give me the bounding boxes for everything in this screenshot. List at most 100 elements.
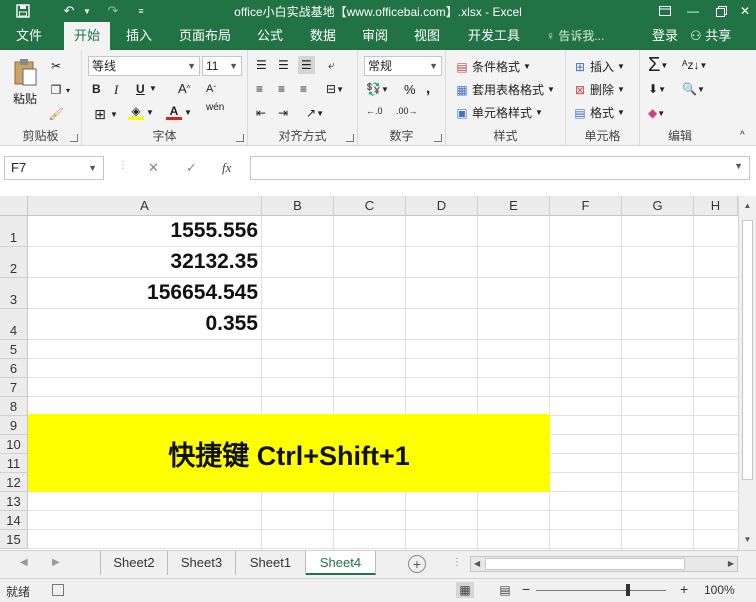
formula-input[interactable]: ▼ (250, 156, 750, 180)
format-as-table-button[interactable]: ▦ 套用表格格式 ▼ (454, 81, 555, 98)
underline-dropdown-icon[interactable]: ▼ (149, 84, 157, 93)
underline-button[interactable]: U (136, 82, 145, 96)
clear-icon[interactable]: ◆ ▼ (648, 106, 665, 120)
phonetic-icon[interactable]: wén (206, 102, 224, 113)
prev-sheet-icon[interactable]: ◀ (20, 557, 28, 568)
comma-style-button[interactable]: , (426, 80, 430, 97)
tab-formulas[interactable]: 公式 (250, 22, 290, 50)
page-layout-view-icon[interactable]: ▤ (496, 582, 514, 598)
align-bottom-icon[interactable]: ☰ (298, 56, 315, 74)
orientation-icon[interactable]: ↗ ▼ (306, 106, 324, 120)
row-header-1[interactable]: 1 (0, 216, 28, 247)
borders-button[interactable]: ⊞ ▼ (92, 106, 118, 122)
align-left-icon[interactable]: ≡ (256, 82, 263, 96)
column-header-f[interactable]: F (550, 196, 622, 216)
bold-button[interactable]: B (92, 82, 101, 96)
scroll-right-icon[interactable]: ▶ (728, 557, 734, 571)
font-name-select[interactable]: 等线 ▼ (88, 56, 200, 76)
expand-formula-icon[interactable]: ▼ (734, 161, 743, 171)
sort-filter-icon[interactable]: ᴬᴢ↓ ▼ (682, 58, 707, 72)
vertical-scroll-thumb[interactable] (742, 220, 753, 480)
enter-icon[interactable]: ✓ (186, 160, 197, 176)
tab-developer[interactable]: 开发工具 (462, 22, 526, 50)
increase-decimal-icon[interactable]: ←.0 (366, 106, 383, 116)
italic-button[interactable]: I (114, 82, 118, 98)
font-dialog-launcher[interactable] (236, 134, 244, 142)
zoom-slider-thumb[interactable] (626, 584, 630, 596)
tell-me-box[interactable]: ♀ 告诉我... (546, 22, 604, 50)
cell-a4[interactable]: 0.355 (28, 312, 258, 343)
row-header-14[interactable]: 14 (0, 511, 28, 530)
worksheet-grid[interactable]: ABCDEFGH 1 2 3 4 5 6 7 8 9 10 11 12 13 14 15 快捷键 Ctrl+… (0, 196, 756, 550)
cancel-icon[interactable]: ✕ (148, 160, 159, 176)
row-header-11[interactable]: 11 (0, 454, 28, 473)
cell-a2[interactable]: 32132.35 (28, 250, 258, 281)
close-icon[interactable]: ✕ (730, 0, 756, 22)
horizontal-scroll-thumb[interactable] (485, 558, 685, 570)
scroll-up-icon[interactable]: ▲ (739, 198, 756, 214)
fill-color-button[interactable]: ◈ ▼ (128, 104, 154, 120)
tab-page-layout[interactable]: 页面布局 (174, 22, 236, 50)
scroll-left-icon[interactable]: ◀ (474, 557, 480, 571)
fill-icon[interactable]: ⬇ ▼ (648, 82, 666, 96)
row-header-6[interactable]: 6 (0, 359, 28, 378)
increase-indent-icon[interactable]: ⇥ (278, 106, 288, 120)
tab-data[interactable]: 数据 (302, 22, 344, 50)
insert-cells-button[interactable]: ⊞ 插入 ▼ (572, 58, 625, 75)
clipboard-dialog-launcher[interactable] (70, 134, 78, 142)
row-header-12[interactable]: 12 (0, 473, 28, 492)
paste-button[interactable]: 粘贴 (8, 58, 42, 107)
column-header-h[interactable]: H (694, 196, 738, 216)
align-right-icon[interactable]: ≡ (300, 82, 307, 96)
column-header-c[interactable]: C (334, 196, 406, 216)
autosum-icon[interactable]: Σ ▼ (648, 54, 668, 77)
zoom-level[interactable]: 100% (704, 583, 735, 597)
ribbon-display-icon[interactable] (650, 0, 680, 22)
tab-insert[interactable]: 插入 (118, 22, 160, 50)
tab-view[interactable]: 视图 (406, 22, 448, 50)
row-header-10[interactable]: 10 (0, 435, 28, 454)
login-link[interactable]: 登录 (652, 22, 678, 50)
decrease-font-icon[interactable]: Aˇ (206, 83, 216, 95)
row-header-13[interactable]: 13 (0, 492, 28, 511)
column-header-b[interactable]: B (262, 196, 334, 216)
cut-button[interactable]: ✂ (48, 58, 66, 74)
cell-styles-button[interactable]: ▣ 单元格样式 ▼ (454, 104, 543, 121)
insert-function-icon[interactable]: fx (222, 160, 231, 176)
tab-home[interactable]: 开始 (64, 22, 110, 50)
copy-button[interactable]: ❐ ▾ (48, 82, 70, 98)
row-header-3[interactable]: 3 (0, 278, 28, 309)
font-size-select[interactable]: 11 ▼ (202, 56, 242, 76)
merge-center-icon[interactable]: ⊟ ▼ (326, 82, 344, 96)
increase-font-icon[interactable]: A ^ (178, 81, 190, 96)
scroll-down-icon[interactable]: ▼ (739, 532, 756, 548)
tab-split-handle[interactable]: ⋮ (452, 557, 462, 568)
percent-style-button[interactable]: % (404, 82, 416, 97)
row-header-5[interactable]: 5 (0, 340, 28, 359)
row-header-9[interactable]: 9 (0, 416, 28, 435)
zoom-slider-track[interactable] (536, 590, 666, 591)
decrease-indent-icon[interactable]: ⇤ (256, 106, 266, 120)
column-header-d[interactable]: D (406, 196, 478, 216)
cell-a1[interactable]: 1555.556 (28, 219, 258, 250)
conditional-format-button[interactable]: ▤ 条件格式 ▼ (454, 58, 531, 75)
zoom-in-button[interactable]: + (680, 581, 688, 597)
column-header-e[interactable]: E (478, 196, 550, 216)
column-header-g[interactable]: G (622, 196, 694, 216)
decrease-decimal-icon[interactable]: .00→ (396, 106, 418, 116)
accounting-format-icon[interactable]: 💱 ▼ (366, 82, 389, 96)
minimize-icon[interactable]: — (678, 0, 708, 22)
alignment-dialog-launcher[interactable] (346, 134, 354, 142)
row-header-4[interactable]: 4 (0, 309, 28, 340)
horizontal-scrollbar[interactable]: ◀ ▶ (470, 556, 738, 572)
row-header-15[interactable]: 15 (0, 530, 28, 549)
collapse-ribbon-icon[interactable]: ^ (740, 130, 745, 141)
format-painter-button[interactable]: 🖌 (48, 106, 66, 122)
row-header-8[interactable]: 8 (0, 397, 28, 416)
macro-record-icon[interactable] (52, 584, 64, 596)
share-button[interactable]: ⚇ 共享 (690, 22, 731, 50)
tab-file[interactable]: 文件 (8, 22, 50, 50)
align-middle-icon[interactable]: ☰ (278, 58, 289, 72)
sheet-tab-sheet3[interactable]: Sheet3 (168, 551, 236, 575)
row-header-2[interactable]: 2 (0, 247, 28, 278)
